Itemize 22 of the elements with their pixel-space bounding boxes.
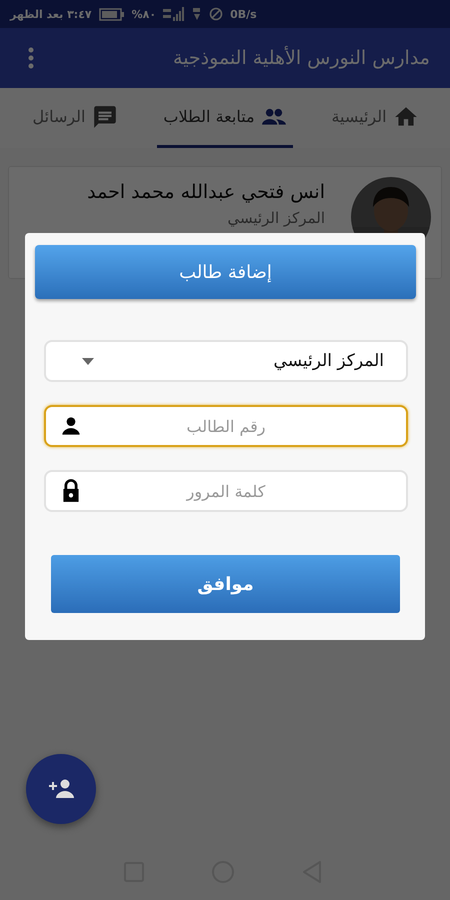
add-student-button[interactable] (26, 754, 96, 824)
clock-text: ٣:٤٧ بعد الظهر (10, 8, 92, 20)
more-menu-icon[interactable] (28, 47, 34, 69)
battery-text: %٨٠ (132, 8, 156, 20)
dropdown-caret-icon (82, 358, 94, 364)
student-name: انس فتحي عبدالله محمد احمد (87, 181, 325, 203)
input-field[interactable]: رقم الطالب (44, 405, 408, 447)
branch-text: المركز الرئيسي (226, 209, 325, 227)
battery-icon (98, 8, 125, 20)
data-icon (192, 7, 202, 21)
signal-icon (163, 7, 186, 21)
tab[interactable]: الرسائل (26, 88, 124, 148)
dialog-title-button[interactable]: إضافة طالب (35, 245, 416, 299)
app-title: مدارس النورس الأهلية النموذجية (173, 47, 430, 69)
person-add-icon (46, 777, 76, 801)
branch-dropdown[interactable]: المركز الرئيسي (44, 340, 408, 382)
tab[interactable]: متابعة الطلاب (157, 88, 293, 148)
message-icon (92, 104, 118, 130)
confirm-button[interactable]: موافق (51, 555, 400, 613)
blocked-icon (209, 7, 224, 21)
speed-text: 0B/s (230, 8, 257, 20)
tab[interactable]: الرئيسية (325, 88, 425, 148)
